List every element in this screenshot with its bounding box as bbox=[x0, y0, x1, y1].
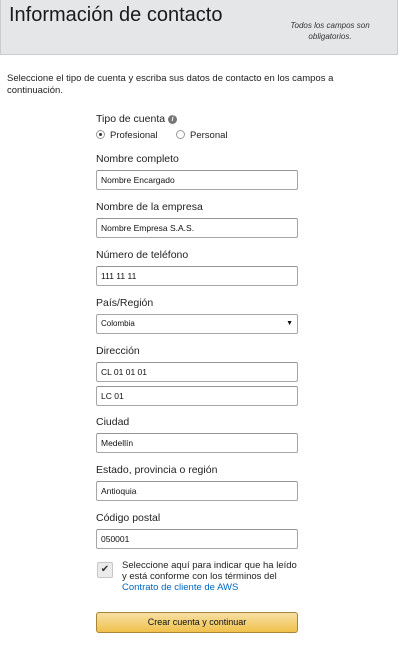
address-label: Dirección bbox=[96, 345, 140, 357]
company-input[interactable]: Nombre Empresa S.A.S. bbox=[96, 218, 298, 238]
address-line2-input[interactable]: LC 01 bbox=[96, 386, 298, 406]
radio-selected-icon bbox=[96, 130, 105, 139]
chevron-down-icon: ▼ bbox=[286, 320, 293, 327]
radio-professional[interactable]: Profesional bbox=[96, 130, 158, 141]
address-line1-input[interactable]: CL 01 01 01 bbox=[96, 362, 298, 382]
phone-input[interactable]: 111 11 11 bbox=[96, 266, 298, 286]
terms-link[interactable]: Contrato de cliente de AWS bbox=[122, 582, 238, 593]
page-header: Información de contacto Todos los campos… bbox=[0, 0, 398, 55]
radio-personal[interactable]: Personal bbox=[176, 130, 228, 141]
account-type-label: Tipo de cuenta i bbox=[96, 113, 178, 125]
state-label: Estado, provincia o región bbox=[96, 464, 218, 476]
full-name-input[interactable]: Nombre Encargado bbox=[96, 170, 298, 190]
city-label: Ciudad bbox=[96, 416, 130, 428]
info-icon[interactable]: i bbox=[168, 115, 178, 124]
terms-checkbox[interactable]: ✔ bbox=[97, 562, 113, 578]
state-input[interactable]: Antioquia bbox=[96, 481, 298, 501]
postal-input[interactable]: 050001 bbox=[96, 529, 298, 549]
company-label: Nombre de la empresa bbox=[96, 201, 203, 213]
page-title: Información de contacto bbox=[9, 4, 223, 26]
intro-text: Seleccione el tipo de cuenta y escriba s… bbox=[7, 73, 334, 96]
city-input[interactable]: Medellín bbox=[96, 433, 298, 453]
phone-label: Número de teléfono bbox=[96, 249, 189, 261]
radio-unselected-icon bbox=[176, 130, 185, 139]
country-select-value: Colombia bbox=[101, 319, 135, 328]
country-select[interactable]: Colombia ▼ bbox=[96, 314, 298, 334]
checkmark-icon: ✔ bbox=[100, 564, 110, 575]
full-name-label: Nombre completo bbox=[96, 153, 179, 165]
country-label: País/Región bbox=[96, 297, 154, 309]
terms-text: Seleccione aquí para indicar que ha leíd… bbox=[122, 560, 297, 593]
create-account-button[interactable]: Crear cuenta y continuar bbox=[96, 612, 298, 633]
postal-label: Código postal bbox=[96, 512, 161, 524]
required-fields-note: Todos los campos son obligatorios. bbox=[290, 21, 370, 41]
